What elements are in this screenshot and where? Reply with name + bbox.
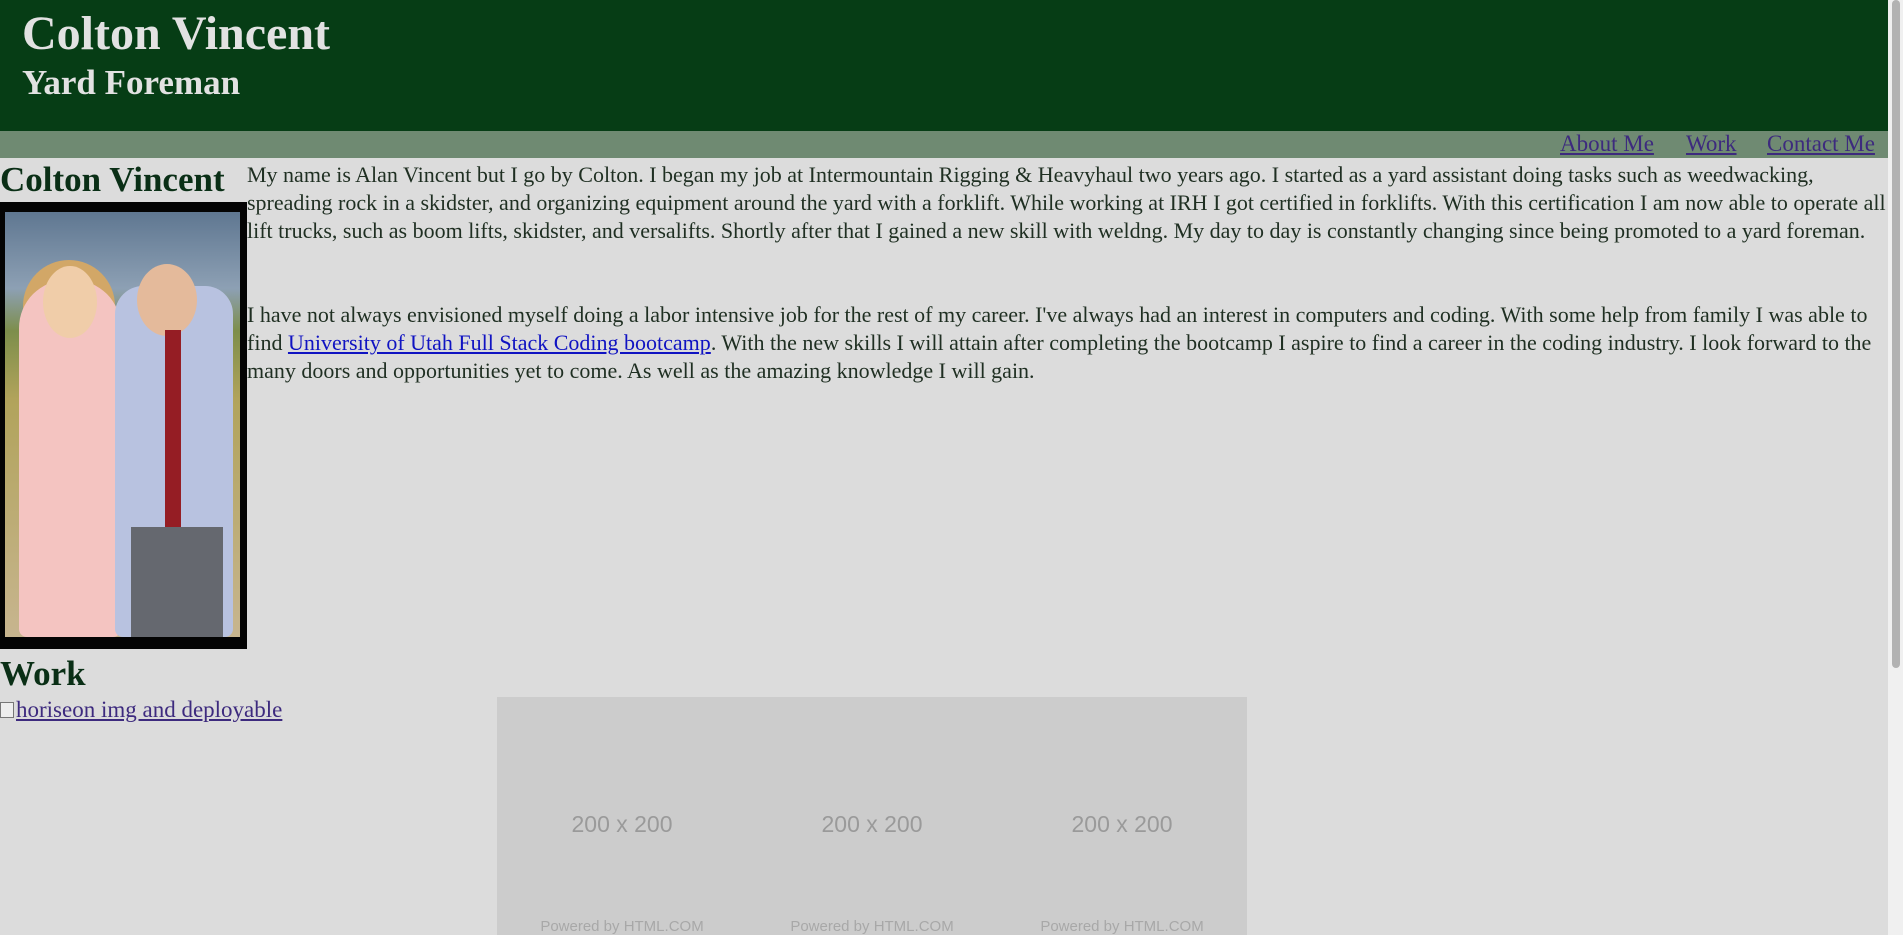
placeholder-size-1: 200 x 200 xyxy=(571,811,673,837)
placeholder-powered-3: Powered by HTML.COM xyxy=(1040,918,1204,935)
nav-link-contact-me[interactable]: Contact Me xyxy=(1767,131,1875,157)
vertical-scrollbar[interactable] xyxy=(1888,0,1903,935)
about-paragraph-1: My name is Alan Vincent but I go by Colt… xyxy=(247,162,1886,243)
nav-link-work[interactable]: Work xyxy=(1686,131,1737,157)
placeholder-powered-1: Powered by HTML.COM xyxy=(540,918,704,935)
placeholder-image-3: 200 x 200 Powered by HTML.COM xyxy=(997,697,1247,935)
face-left xyxy=(43,266,97,338)
placeholder-image-2: 200 x 200 Powered by HTML.COM xyxy=(747,697,997,935)
red-tie xyxy=(165,330,181,540)
nav-link-about-me[interactable]: About Me xyxy=(1560,131,1654,157)
site-subtitle: Yard Foreman xyxy=(22,63,241,102)
portrait-photo xyxy=(0,202,247,649)
gray-pants xyxy=(131,527,223,637)
placeholder-powered-2: Powered by HTML.COM xyxy=(790,918,954,935)
top-navigation: About Me Work Contact Me xyxy=(0,131,1903,158)
about-content: My name is Alan Vincent but I go by Colt… xyxy=(247,161,1887,385)
broken-image-icon xyxy=(0,702,14,718)
face-right xyxy=(137,264,197,336)
horiseon-project-link[interactable]: horiseon img and deployable xyxy=(0,697,282,723)
page-header: Colton Vincent Yard Foreman xyxy=(0,0,1903,131)
placeholder-image-1: 200 x 200 Powered by HTML.COM xyxy=(497,697,747,935)
portrait-image xyxy=(5,212,240,637)
work-placeholder-row: 200 x 200 Powered by HTML.COM 200 x 200 … xyxy=(497,697,1247,935)
scrollbar-thumb[interactable] xyxy=(1892,0,1900,668)
about-paragraph-2: I have not always envisioned myself doin… xyxy=(247,301,1887,385)
placeholder-size-3: 200 x 200 xyxy=(1071,811,1173,837)
placeholder-size-2: 200 x 200 xyxy=(821,811,923,837)
work-heading: Work xyxy=(0,654,86,693)
broken-image-alt-text: horiseon img and deployable xyxy=(16,697,283,722)
site-name: Colton Vincent xyxy=(22,7,331,60)
about-heading: Colton Vincent xyxy=(0,160,225,199)
bootcamp-link[interactable]: University of Utah Full Stack Coding boo… xyxy=(288,330,711,355)
